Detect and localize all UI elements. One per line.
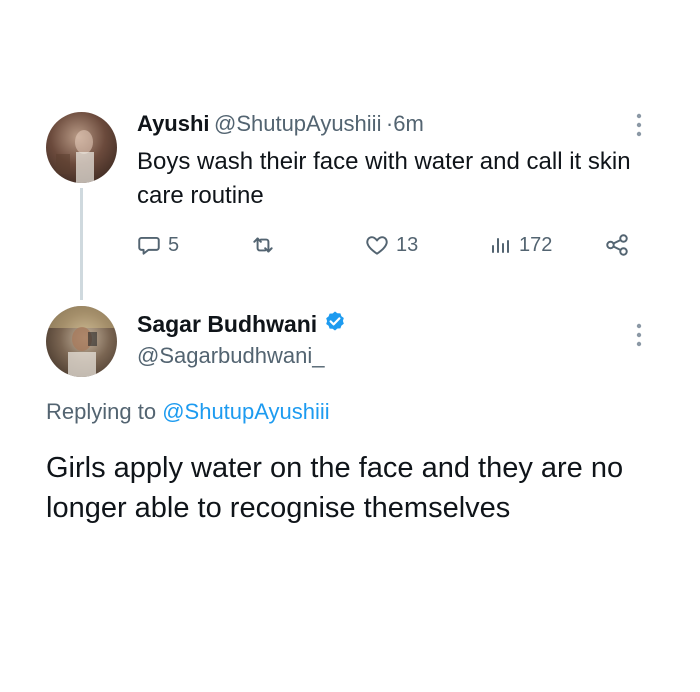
share-icon	[604, 232, 630, 258]
like-button[interactable]: 13	[364, 232, 418, 258]
views-button[interactable]: 172	[489, 232, 552, 258]
tweet1-header: Ayushi @ShutupAyushiii ·6m	[137, 111, 424, 137]
views-icon	[489, 232, 513, 258]
tweet2-author-row: Sagar Budhwani	[137, 310, 347, 339]
tweet2-text: Girls apply water on the face and they a…	[46, 452, 624, 524]
thread-connector-line	[80, 188, 83, 300]
reply-icon	[136, 232, 162, 258]
retweet-button[interactable]	[250, 232, 276, 258]
view-count: 172	[519, 233, 553, 256]
tweet1-author-handle[interactable]: @ShutupAyushiii	[214, 111, 381, 136]
like-icon	[364, 232, 390, 258]
tweet1-text: Boys wash their face with water and call…	[137, 148, 631, 209]
tweet2-more-icon[interactable]	[633, 322, 645, 348]
like-count: 13	[396, 233, 419, 256]
retweet-icon	[250, 232, 276, 258]
replying-to-line: Replying to @ShutupAyushiii	[46, 399, 330, 425]
reply-count: 5	[168, 233, 180, 256]
tweet1-time[interactable]: 6m	[393, 111, 424, 136]
replying-prefix: Replying to	[46, 399, 157, 424]
tweet1-author-name[interactable]: Ayushi	[137, 111, 210, 136]
avatar-sagar[interactable]	[46, 306, 117, 377]
reply-button[interactable]: 5	[136, 232, 179, 258]
avatar-ayushi[interactable]	[46, 112, 117, 183]
tweet1-more-icon[interactable]	[633, 112, 645, 138]
tweet2-author-handle[interactable]: @Sagarbudhwani_	[137, 343, 324, 369]
verified-badge-icon	[323, 310, 347, 339]
tweet2-author-name[interactable]: Sagar Budhwani	[137, 311, 317, 338]
share-button[interactable]	[604, 232, 630, 258]
replying-handle-link[interactable]: @ShutupAyushiii	[162, 399, 329, 424]
tweet1-action-bar: 5 13 172	[136, 232, 636, 262]
